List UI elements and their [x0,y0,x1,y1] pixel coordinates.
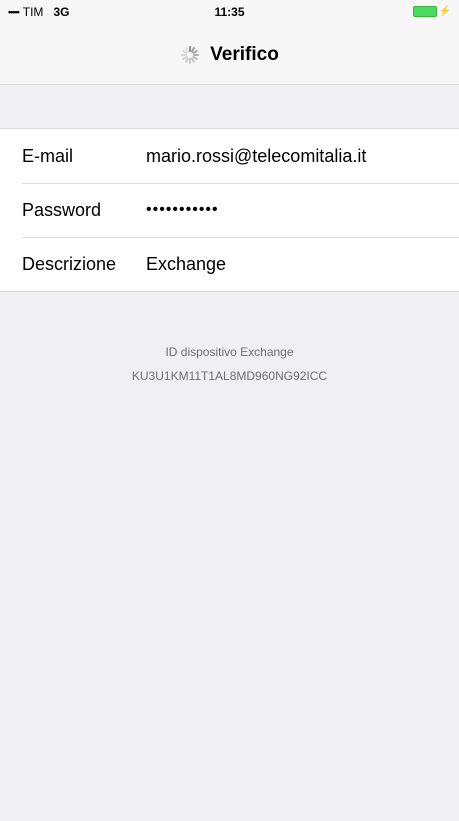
navigation-bar: Verifico [0,24,459,85]
email-row[interactable]: E-mail mario.rossi@telecomitalia.it [0,129,459,183]
charging-icon: ⚡ [438,6,451,17]
nav-title-wrap: Verifico [0,44,459,66]
status-time: 11:35 [214,5,245,19]
status-right: ⚡ [412,6,451,17]
status-bar: ••••• TIM 3G 11:35 ⚡ [0,0,459,24]
password-label: Password [22,199,102,220]
email-field[interactable]: mario.rossi@telecomitalia.it [146,146,459,167]
password-field[interactable]: ••••••••••• [146,201,459,219]
page-title: Verifico [210,44,279,65]
device-id-label: ID dispositivo Exchange [165,345,294,359]
password-row[interactable]: Password ••••••••••• [0,183,459,237]
description-label: Descrizione [22,253,117,274]
email-label: E-mail [22,145,74,166]
account-form: E-mail mario.rossi@telecomitalia.it Pass… [0,128,459,292]
description-row[interactable]: Descrizione Exchange [0,237,459,291]
device-id-value: KU3U1KM11T1AL8MD960NG92ICC [131,369,328,383]
description-field[interactable]: Exchange [146,254,459,275]
battery-icon [412,6,437,17]
device-id-info: ID dispositivo Exchange KU3U1KM11T1AL8MD… [0,340,459,388]
spinner-icon [180,45,200,65]
